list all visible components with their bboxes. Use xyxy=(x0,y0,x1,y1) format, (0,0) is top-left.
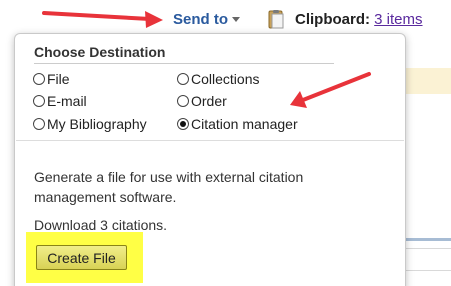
background-divider xyxy=(402,248,451,249)
section-divider xyxy=(16,140,404,141)
citation-description: Generate a file for use with external ci… xyxy=(34,169,304,205)
radio-checked-icon[interactable] xyxy=(177,118,189,130)
clipboard-summary: Clipboard: 3 items xyxy=(295,11,423,28)
radio-label: E-mail xyxy=(47,93,87,109)
radio-option-file[interactable]: File xyxy=(33,71,70,87)
download-count-text: Download 3 citations. xyxy=(34,217,168,233)
radio-label: Order xyxy=(191,93,227,109)
radio-unchecked-icon[interactable] xyxy=(177,73,189,85)
radio-label: Collections xyxy=(191,71,260,87)
red-arrow-icon xyxy=(42,11,163,28)
radio-label: My Bibliography xyxy=(47,116,147,132)
radio-unchecked-icon[interactable] xyxy=(33,73,45,85)
caret-down-icon xyxy=(232,17,240,22)
radio-option-collections[interactable]: Collections xyxy=(177,71,259,87)
send-to-label: Send to xyxy=(173,11,228,28)
radio-unchecked-icon[interactable] xyxy=(33,118,45,130)
clipboard-label: Clipboard: xyxy=(295,11,370,28)
clipboard-icon xyxy=(268,10,284,29)
radio-option-order[interactable]: Order xyxy=(177,93,227,109)
background-divider xyxy=(402,270,451,271)
create-file-button[interactable]: Create File xyxy=(36,245,127,270)
background-divider xyxy=(402,238,451,241)
radio-unchecked-icon[interactable] xyxy=(33,95,45,107)
dropdown-title: Choose Destination xyxy=(34,44,166,60)
radio-unchecked-icon[interactable] xyxy=(177,95,189,107)
clipboard-items-link[interactable]: 3 items xyxy=(374,11,422,28)
send-to-menu-button[interactable]: Send to xyxy=(173,11,240,28)
radio-label: File xyxy=(47,71,70,87)
title-divider xyxy=(34,63,334,64)
radio-option-my-bibliography[interactable]: My Bibliography xyxy=(33,116,147,132)
radio-label: Citation manager xyxy=(191,116,298,132)
send-to-dropdown: Choose Destination File Collections E-ma… xyxy=(14,33,406,286)
radio-option-email[interactable]: E-mail xyxy=(33,93,87,109)
radio-option-citation-manager[interactable]: Citation manager xyxy=(177,116,298,132)
